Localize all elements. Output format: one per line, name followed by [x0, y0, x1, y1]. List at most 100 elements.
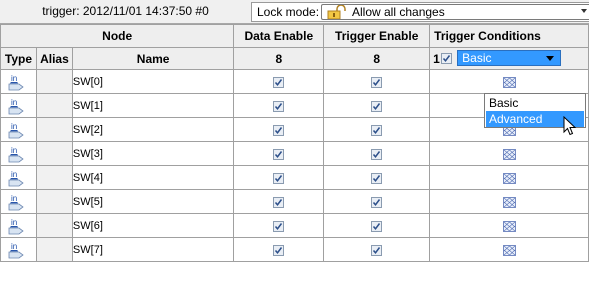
- alias-cell[interactable]: [35, 213, 73, 238]
- chevron-down-icon: [546, 56, 555, 61]
- alias-cell[interactable]: [35, 117, 73, 142]
- trigger-enable-checkbox[interactable]: [371, 100, 383, 112]
- trigger-enable-cell: [323, 141, 431, 166]
- trigger-condition-cell[interactable]: [429, 237, 589, 262]
- alias-cell[interactable]: [35, 165, 73, 190]
- trigger-enable-checkbox[interactable]: [371, 76, 383, 88]
- svg-text:in: in: [11, 170, 17, 179]
- trigger-condition-select[interactable]: Basic: [457, 50, 562, 66]
- data-enable-checkbox[interactable]: [273, 76, 285, 88]
- node-name: SW[7]: [71, 237, 235, 262]
- svg-text:in: in: [11, 146, 17, 155]
- trigger-conditions-control: 1 Basic: [429, 47, 589, 70]
- svg-text:in: in: [11, 218, 17, 227]
- data-enable-checkbox[interactable]: [273, 124, 285, 136]
- table-row[interactable]: in SW[6]: [0, 213, 589, 238]
- data-enable-cell: [233, 213, 325, 238]
- condition-pattern-icon: [502, 172, 516, 184]
- data-enable-checkbox[interactable]: [273, 220, 285, 232]
- data-enable-checkbox[interactable]: [273, 244, 285, 256]
- data-enable-checkbox[interactable]: [273, 196, 285, 208]
- trigger-enable-checkbox[interactable]: [371, 172, 383, 184]
- svg-text:in: in: [11, 98, 17, 107]
- svg-text:in: in: [11, 74, 17, 83]
- trigger-enable-cell: [323, 69, 431, 94]
- trigger-enable-count: 8: [323, 47, 431, 70]
- condition-pattern-icon: [502, 196, 516, 208]
- table-row[interactable]: in SW[4]: [0, 165, 589, 190]
- node-name: SW[1]: [71, 93, 235, 118]
- condition-pattern-icon: [502, 148, 516, 160]
- input-pin-icon: in: [9, 98, 25, 114]
- trigger-condition-checkbox[interactable]: [441, 53, 453, 64]
- trigger-enable-cell: [323, 93, 431, 118]
- data-enable-checkbox[interactable]: [273, 100, 285, 112]
- alias-cell[interactable]: [35, 141, 73, 166]
- svg-text:in: in: [11, 242, 17, 251]
- data-enable-checkbox[interactable]: [273, 148, 285, 160]
- data-enable-cell: [233, 189, 325, 214]
- trigger-enable-checkbox[interactable]: [371, 148, 383, 160]
- trigger-condition-cell[interactable]: [429, 69, 589, 94]
- data-enable-cell: [233, 69, 325, 94]
- trigger-condition-cell[interactable]: [429, 189, 589, 214]
- input-pin-icon: in: [9, 170, 25, 186]
- data-enable-count: 8: [233, 47, 325, 70]
- data-enable-cell: [233, 165, 325, 190]
- trigger-enable-cell: [323, 213, 431, 238]
- node-group-header: Node: [0, 24, 235, 48]
- input-pin-icon: in: [9, 146, 25, 162]
- data-enable-cell: [233, 117, 325, 142]
- table-row[interactable]: in SW[3]: [0, 141, 589, 166]
- node-name: SW[4]: [71, 165, 235, 190]
- type-header[interactable]: Type: [0, 47, 37, 70]
- trigger-enable-checkbox[interactable]: [371, 220, 383, 232]
- input-pin-icon: in: [9, 242, 25, 258]
- data-enable-checkbox[interactable]: [273, 172, 285, 184]
- alias-header[interactable]: Alias: [35, 47, 73, 70]
- type-cell: in: [0, 117, 37, 142]
- trigger-condition-cell[interactable]: [429, 141, 589, 166]
- alias-cell[interactable]: [35, 237, 73, 262]
- trigger-condition-cell[interactable]: [429, 213, 589, 238]
- type-cell: in: [0, 213, 37, 238]
- table-row[interactable]: in SW[5]: [0, 189, 589, 214]
- mouse-cursor-icon: [563, 116, 577, 136]
- trigger-conditions-header[interactable]: Trigger Conditions: [429, 24, 589, 48]
- name-header[interactable]: Name: [71, 47, 235, 70]
- node-name: SW[0]: [71, 69, 235, 94]
- trigger-enable-checkbox[interactable]: [371, 196, 383, 208]
- trigger-condition-selected: Basic: [462, 51, 492, 65]
- trigger-enable-checkbox[interactable]: [371, 244, 383, 256]
- type-cell: in: [0, 69, 37, 94]
- trigger-enable-header[interactable]: Trigger Enable: [323, 24, 431, 48]
- type-cell: in: [0, 141, 37, 166]
- lock-mode-value: Allow all changes: [352, 5, 445, 19]
- alias-cell[interactable]: [35, 189, 73, 214]
- condition-pattern-icon: [502, 76, 516, 88]
- trigger-enable-cell: [323, 237, 431, 262]
- data-enable-cell: [233, 93, 325, 118]
- type-cell: in: [0, 237, 37, 262]
- node-name: SW[2]: [71, 117, 235, 142]
- trigger-enable-checkbox[interactable]: [371, 124, 383, 136]
- condition-pattern-icon: [502, 220, 516, 232]
- table-row[interactable]: in SW[7]: [0, 237, 589, 262]
- data-enable-cell: [233, 141, 325, 166]
- trigger-condition-count: 1: [433, 52, 440, 66]
- node-name: SW[5]: [71, 189, 235, 214]
- node-name: SW[3]: [71, 141, 235, 166]
- condition-pattern-icon: [502, 244, 516, 256]
- input-pin-icon: in: [9, 122, 25, 138]
- alias-cell[interactable]: [35, 93, 73, 118]
- alias-cell[interactable]: [35, 69, 73, 94]
- input-pin-icon: in: [9, 74, 25, 90]
- dropdown-option-basic[interactable]: Basic: [486, 95, 584, 111]
- table-row[interactable]: in SW[0]: [0, 69, 589, 94]
- trigger-condition-cell[interactable]: [429, 165, 589, 190]
- trigger-enable-cell: [323, 117, 431, 142]
- data-enable-header[interactable]: Data Enable: [233, 24, 325, 48]
- lock-mode-area: Lock mode: Allow all changes: [251, 2, 589, 22]
- lock-mode-select[interactable]: Allow all changes: [321, 4, 589, 20]
- type-cell: in: [0, 165, 37, 190]
